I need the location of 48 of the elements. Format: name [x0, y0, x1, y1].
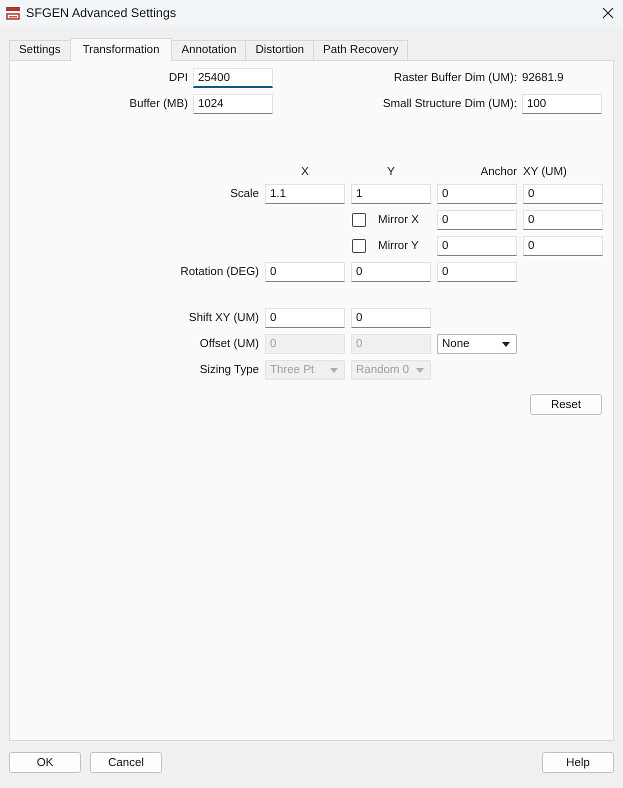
dropdown[interactable]: None [437, 334, 517, 354]
tab[interactable]: Settings [9, 40, 71, 60]
input-field[interactable]: 0 [523, 210, 603, 230]
input-field[interactable]: 0 [437, 262, 517, 282]
input-field[interactable]: 0 [265, 262, 345, 282]
caret-icon [416, 368, 424, 372]
field-label: Small Structure Dim (UM): [382, 98, 517, 110]
checkbox[interactable] [352, 239, 366, 253]
tab[interactable]: Path Recovery [313, 40, 408, 60]
row-label: Scale [229, 188, 259, 200]
dialog-button[interactable]: OK [9, 752, 81, 773]
input-field[interactable]: 1024 [193, 94, 273, 114]
input-field[interactable]: 0 [351, 308, 431, 328]
input-field[interactable]: 25400 [193, 68, 273, 88]
column-header: X [301, 166, 309, 178]
value-text: 92681.9 [522, 72, 565, 84]
input-field[interactable]: 100 [522, 94, 602, 114]
field-label: Buffer (MB) [128, 98, 188, 110]
dialog-button[interactable]: Cancel [90, 752, 162, 773]
close-icon[interactable] [602, 7, 614, 19]
field-label: DPI [168, 72, 188, 84]
input-field[interactable]: 0 [265, 308, 345, 328]
field-label: Raster Buffer Dim (UM): [392, 72, 517, 84]
row-label: Shift XY (UM) [188, 312, 259, 324]
input-field[interactable]: 1 [351, 184, 431, 204]
reset-button[interactable]: Reset [530, 394, 602, 415]
row-label: Sizing Type [198, 364, 259, 376]
help-button[interactable]: Help [542, 752, 614, 773]
input-field[interactable]: 0 [523, 184, 603, 204]
row-label: Offset (UM) [198, 338, 259, 350]
input-field[interactable]: 0 [351, 262, 431, 282]
column-header: Y [387, 166, 395, 178]
checkbox-label: Mirror Y [378, 240, 419, 252]
window-title: SFGEN Advanced Settings [26, 6, 178, 20]
input-field[interactable]: 0 [437, 236, 517, 256]
row-label: Rotation (DEG) [179, 266, 259, 278]
input-field[interactable]: 0 [437, 184, 517, 204]
column-header: Anchor [480, 166, 517, 178]
caret-icon [502, 342, 510, 346]
input-field[interactable]: 1.1 [265, 184, 345, 204]
checkbox[interactable] [352, 213, 366, 227]
tab[interactable]: Transformation [70, 38, 172, 61]
checkbox-label: Mirror X [378, 214, 419, 226]
column-header: XY (UM) [523, 166, 567, 178]
app-logo-icon [6, 6, 20, 20]
caret-icon [330, 368, 338, 372]
input-field[interactable]: 0 [523, 236, 603, 256]
input-field[interactable]: 0 [437, 210, 517, 230]
